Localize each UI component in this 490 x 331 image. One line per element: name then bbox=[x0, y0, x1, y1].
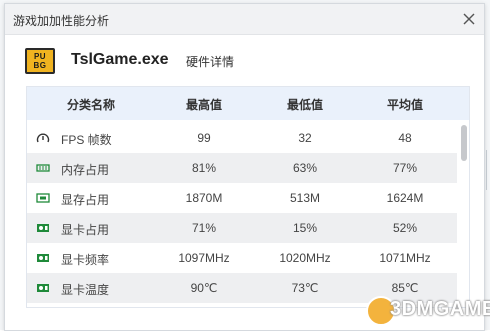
gauge-icon bbox=[36, 133, 50, 143]
performance-table: 分类名称 最高值 最低值 平均值 FPS 帧数 99 32 48 内存占用 81… bbox=[26, 86, 470, 308]
table-row: 显存占用 1870M 513M 1624M bbox=[27, 183, 457, 213]
row-avg: 52% bbox=[392, 221, 418, 235]
vram-icon bbox=[36, 193, 50, 203]
row-avg: 77% bbox=[392, 161, 418, 175]
row-min: 15% bbox=[292, 221, 318, 235]
gpu-card-icon bbox=[37, 284, 49, 292]
row-min: 32 bbox=[298, 131, 312, 145]
row-max: 1870M bbox=[185, 191, 223, 205]
row-avg: 1624M bbox=[386, 191, 424, 205]
header-category: 分类名称 bbox=[66, 98, 115, 112]
table-row: 内存占用 81% 63% 77% bbox=[27, 153, 457, 183]
hardware-details-link[interactable]: 硬件详情 bbox=[186, 53, 234, 70]
gpu-card-icon bbox=[37, 224, 49, 232]
titlebar: 游戏加加性能分析 bbox=[5, 4, 484, 35]
row-min: 1020MHz bbox=[279, 251, 331, 265]
table-scrollbar[interactable] bbox=[461, 123, 467, 305]
row-max: 81% bbox=[191, 161, 217, 175]
row-max: 90℃ bbox=[190, 281, 218, 295]
row-min: 63% bbox=[292, 161, 318, 175]
row-name: 内存占用 bbox=[61, 163, 110, 177]
close-icon[interactable] bbox=[461, 11, 477, 27]
table-header: 分类名称 最高值 最低值 平均值 bbox=[27, 87, 469, 120]
watermark-text: 3DMGAME bbox=[390, 298, 490, 320]
header-min: 最低值 bbox=[286, 98, 323, 112]
row-max: 71% bbox=[191, 221, 217, 235]
row-max: 1097MHz bbox=[178, 251, 230, 265]
game-exe-name: TslGame.exe bbox=[71, 51, 169, 68]
table-row: 显卡频率 1097MHz 1020MHz 1071MHz bbox=[27, 243, 457, 273]
table-row: FPS 帧数 99 32 48 bbox=[27, 123, 457, 153]
gpu-card-icon bbox=[37, 254, 49, 262]
pubg-logo: PU BG bbox=[25, 48, 55, 74]
row-min: 513M bbox=[289, 191, 321, 205]
watermark: 3DMGAME bbox=[366, 292, 490, 330]
scrollbar-thumb[interactable] bbox=[461, 125, 467, 161]
row-avg: 1071MHz bbox=[379, 251, 431, 265]
header-avg: 平均值 bbox=[386, 98, 423, 112]
row-name: 显存占用 bbox=[61, 193, 110, 207]
row-name: 显卡频率 bbox=[61, 253, 110, 267]
performance-dialog: 游戏加加性能分析 PU BG TslGame.exe 硬件详情 分类名称 最高值… bbox=[4, 3, 485, 331]
row-max: 99 bbox=[197, 131, 211, 145]
memory-icon bbox=[36, 164, 50, 172]
table-row: 显卡占用 71% 15% 52% bbox=[27, 213, 457, 243]
header-max: 最高值 bbox=[185, 98, 222, 112]
row-name: 显卡占用 bbox=[61, 223, 110, 237]
row-name: 显卡温度 bbox=[61, 283, 110, 297]
row-name: FPS 帧数 bbox=[61, 133, 112, 147]
dialog-title: 游戏加加性能分析 bbox=[13, 14, 110, 28]
row-avg: 48 bbox=[398, 131, 412, 145]
row-min: 73℃ bbox=[291, 281, 319, 295]
